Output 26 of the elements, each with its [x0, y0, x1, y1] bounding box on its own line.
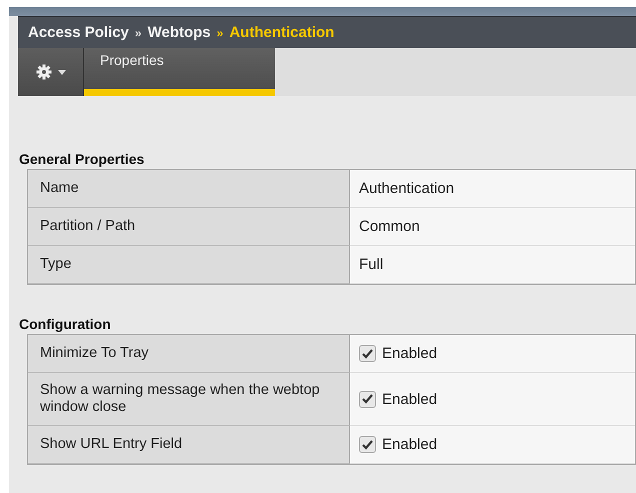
settings-menu-button[interactable]: [18, 48, 84, 96]
checkbox[interactable]: [359, 390, 376, 408]
breadcrumb-item[interactable]: Access Policy: [28, 24, 129, 42]
property-label: Minimize To Tray: [28, 335, 350, 373]
tab[interactable]: Properties: [84, 48, 275, 96]
property-value: Full: [359, 256, 384, 273]
caret-icon: [58, 70, 66, 74]
breadcrumb-separator: »: [134, 26, 142, 40]
section-heading: Configuration: [18, 314, 112, 334]
property-value: Common: [359, 218, 420, 235]
property-label: Show a warning message when the webtop window close: [28, 373, 350, 426]
property-label: Name: [28, 170, 350, 208]
property-label: Type: [28, 246, 350, 284]
breadcrumb-item[interactable]: Authentication: [229, 24, 334, 42]
checkbox[interactable]: [359, 436, 376, 453]
breadcrumb-item[interactable]: Webtops: [148, 24, 211, 42]
property-value: Authentication: [359, 180, 454, 197]
checkbox-label: Enabled: [382, 345, 438, 362]
breadcrumb-separator: »: [216, 26, 224, 40]
checkbox-label: Enabled: [382, 390, 438, 408]
property-label: Partition / Path: [28, 208, 350, 246]
section-heading: General Properties: [18, 150, 146, 169]
gear-icon: [36, 64, 52, 80]
property-label: Show URL Entry Field: [28, 426, 350, 464]
checkbox-label: Enabled: [382, 436, 438, 453]
checkbox[interactable]: [359, 345, 376, 362]
